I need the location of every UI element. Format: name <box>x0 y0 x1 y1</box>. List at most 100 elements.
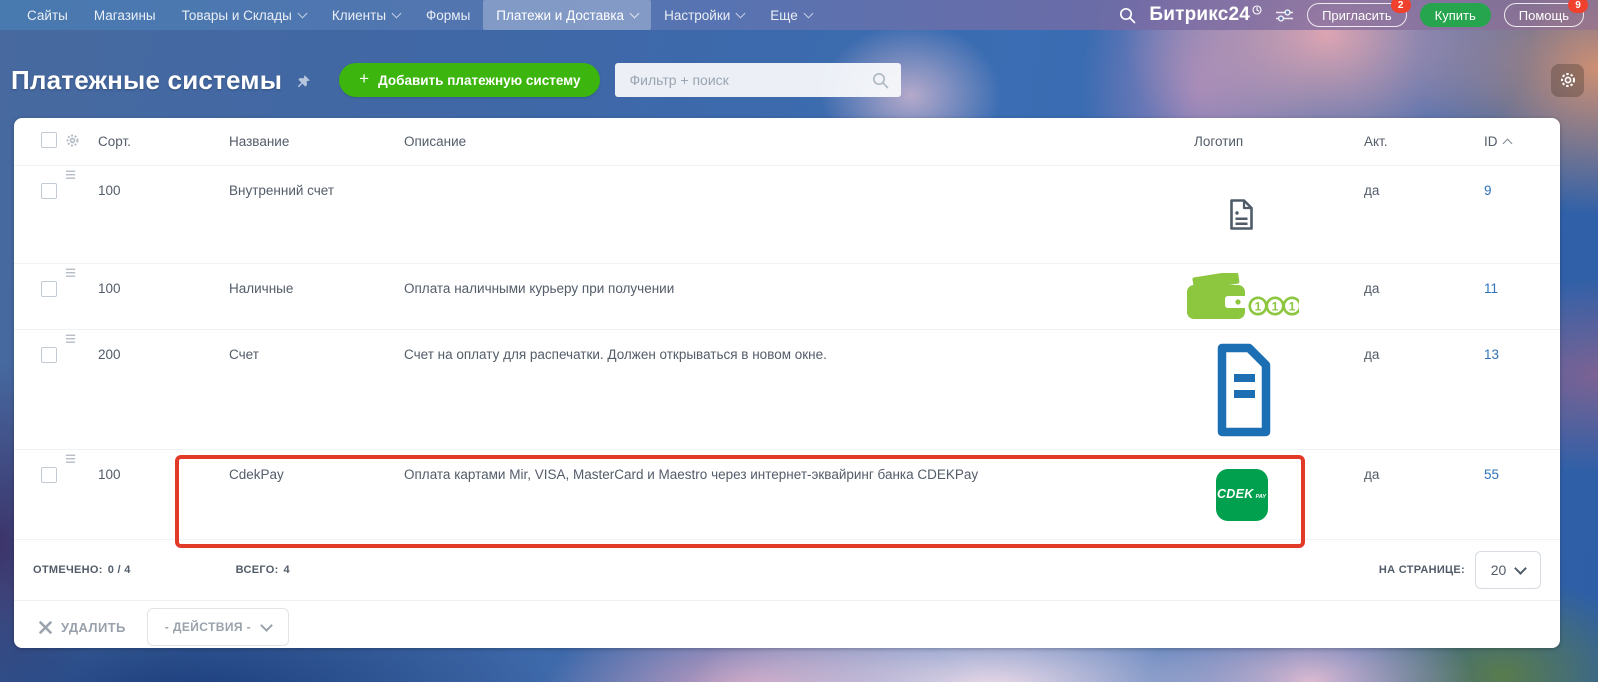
chevron-down-icon <box>297 8 308 18</box>
chevron-down-icon <box>735 8 746 18</box>
column-header-logo[interactable]: Логотип <box>1174 134 1309 149</box>
cell-name: Счет <box>229 347 259 362</box>
column-header-active[interactable]: Акт. <box>1309 134 1444 149</box>
nav-item-clients[interactable]: Клиенты <box>319 0 413 30</box>
nav-label: Магазины <box>93 7 156 23</box>
drag-handle-icon[interactable]: ≡ <box>65 165 76 186</box>
filter-search-input[interactable] <box>627 71 873 89</box>
invite-badge: 2 <box>1390 0 1411 13</box>
cell-logo <box>1174 330 1309 449</box>
nav-label: Товары и Склады <box>181 7 292 23</box>
nav-label: Формы <box>426 7 471 23</box>
page-header: Платежные системы + Добавить платежную с… <box>11 60 1584 100</box>
chevron-down-icon <box>629 8 640 18</box>
cdek-logo-text: CDEK <box>1216 486 1254 501</box>
id-link[interactable]: 9 <box>1484 183 1492 198</box>
id-link[interactable]: 11 <box>1484 281 1498 296</box>
help-badge: 9 <box>1568 0 1588 13</box>
buy-label: Купить <box>1434 7 1476 23</box>
cell-description: Оплата наличными курьеру при получении <box>404 281 675 296</box>
column-header-id[interactable]: ID <box>1444 134 1560 149</box>
svg-text:1: 1 <box>1254 299 1261 313</box>
id-link[interactable]: 55 <box>1484 467 1499 482</box>
document-large-icon <box>1217 343 1270 436</box>
help-button[interactable]: Помощь 9 <box>1503 0 1588 27</box>
cell-active: да <box>1364 467 1380 482</box>
chevron-down-icon <box>391 8 402 18</box>
checked-label: ОТМЕЧЕНО: <box>33 564 103 576</box>
buy-button[interactable]: Купить <box>1419 3 1491 27</box>
cell-logo: 1 1 1 <box>1174 264 1309 329</box>
select-all-checkbox[interactable] <box>41 132 57 148</box>
action-bar: УДАЛИТЬ - ДЕЙСТВИЯ - <box>14 600 1560 653</box>
cell-active: да <box>1364 281 1380 296</box>
nav-label: Еще <box>770 7 798 23</box>
table-footer: ОТМЕЧЕНО: 0 / 4 ВСЕГО: 4 НА СТРАНИЦЕ: 20 <box>14 539 1560 600</box>
nav-label: Настройки <box>664 7 731 23</box>
total-value: 4 <box>283 564 290 576</box>
row-checkbox[interactable] <box>41 467 57 483</box>
drag-handle-icon[interactable]: ≡ <box>65 329 76 350</box>
drag-handle-icon[interactable]: ≡ <box>65 449 76 470</box>
pin-icon[interactable] <box>295 74 311 90</box>
cell-name: Наличные <box>229 281 294 296</box>
per-page-select[interactable]: 20 <box>1475 551 1541 589</box>
nav-label: Платежи и Доставка <box>496 7 625 23</box>
nav-item-stores[interactable]: Магазины <box>81 0 169 30</box>
cell-logo: CDEK PAY <box>1174 450 1309 539</box>
per-page-control: НА СТРАНИЦЕ: 20 <box>1379 551 1541 589</box>
search-icon[interactable] <box>872 72 889 89</box>
delete-button[interactable]: УДАЛИТЬ <box>33 619 132 636</box>
table-header-row: Сорт. Название Описание Логотип Акт. ID <box>14 118 1560 165</box>
nav-item-sites[interactable]: Сайты <box>14 0 81 30</box>
settings-gear-button[interactable] <box>1551 63 1584 97</box>
clock-icon <box>1252 5 1262 15</box>
row-checkbox[interactable] <box>41 347 57 363</box>
table-row: ≡ 200 Счет Счет на оплату для распечатки… <box>14 329 1560 449</box>
cell-sort: 200 <box>98 347 121 362</box>
chevron-down-icon <box>260 618 273 632</box>
row-checkbox[interactable] <box>41 281 57 297</box>
add-button-label: Добавить платежную систему <box>378 72 581 88</box>
chevron-down-icon <box>1514 561 1528 575</box>
cell-name: Внутренний счет <box>229 183 335 198</box>
close-icon <box>39 620 52 634</box>
wallet-coins-icon: 1 1 1 <box>1186 272 1299 319</box>
coin-icon: 1 <box>1282 296 1299 315</box>
cell-sort: 100 <box>98 467 121 482</box>
actions-label: - ДЕЙСТВИЯ - <box>164 620 252 634</box>
id-link[interactable]: 13 <box>1484 347 1499 362</box>
topbar-right-cluster: Битрикс24 Пригласить 2 Купить Помощь 9 <box>1119 0 1588 27</box>
column-header-description[interactable]: Описание <box>404 134 1174 149</box>
search-icon[interactable] <box>1119 7 1136 24</box>
bitrix24-logo[interactable]: Битрикс24 <box>1149 4 1262 26</box>
top-navigation-bar: Сайты Магазины Товары и Склады Клиенты Ф… <box>0 0 1598 30</box>
grid-settings-icon[interactable] <box>65 133 80 148</box>
nav-item-products-warehouses[interactable]: Товары и Склады <box>169 0 319 30</box>
coin-icon: 1 <box>1248 295 1268 315</box>
column-header-sort[interactable]: Сорт. <box>98 134 229 149</box>
checked-value: 0 / 4 <box>107 564 131 576</box>
table-row-highlighted: ≡ 100 CdekPay Оплата картами Mir, VISA, … <box>14 449 1560 539</box>
row-checkbox[interactable] <box>41 183 57 199</box>
column-header-name[interactable]: Название <box>229 134 404 149</box>
add-payment-system-button[interactable]: + Добавить платежную систему <box>339 63 601 97</box>
nav-item-forms[interactable]: Формы <box>413 0 483 30</box>
cell-description: Счет на оплату для распечатки. Должен от… <box>404 347 827 362</box>
drag-handle-icon[interactable]: ≡ <box>65 263 76 284</box>
nav-item-more[interactable]: Еще <box>757 0 824 30</box>
delete-label: УДАЛИТЬ <box>61 619 126 635</box>
table-row: ≡ 100 Наличные Оплата наличными курьеру … <box>14 263 1560 329</box>
actions-dropdown[interactable]: - ДЕЙСТВИЯ - <box>146 608 290 646</box>
invite-button[interactable]: Пригласить 2 <box>1307 0 1411 27</box>
cdek-logo-sub: PAY <box>1255 493 1267 500</box>
cell-name: CdekPay <box>229 467 284 482</box>
cell-logo <box>1174 166 1309 263</box>
invite-label: Пригласить <box>1322 7 1392 23</box>
payment-systems-panel: Сорт. Название Описание Логотип Акт. ID … <box>14 118 1560 648</box>
nav-item-payments-delivery[interactable]: Платежи и Доставка <box>483 0 652 30</box>
sliders-icon[interactable] <box>1275 8 1294 22</box>
nav-item-settings[interactable]: Настройки <box>651 0 757 30</box>
cell-active: да <box>1364 183 1380 198</box>
plus-icon: + <box>359 69 370 88</box>
